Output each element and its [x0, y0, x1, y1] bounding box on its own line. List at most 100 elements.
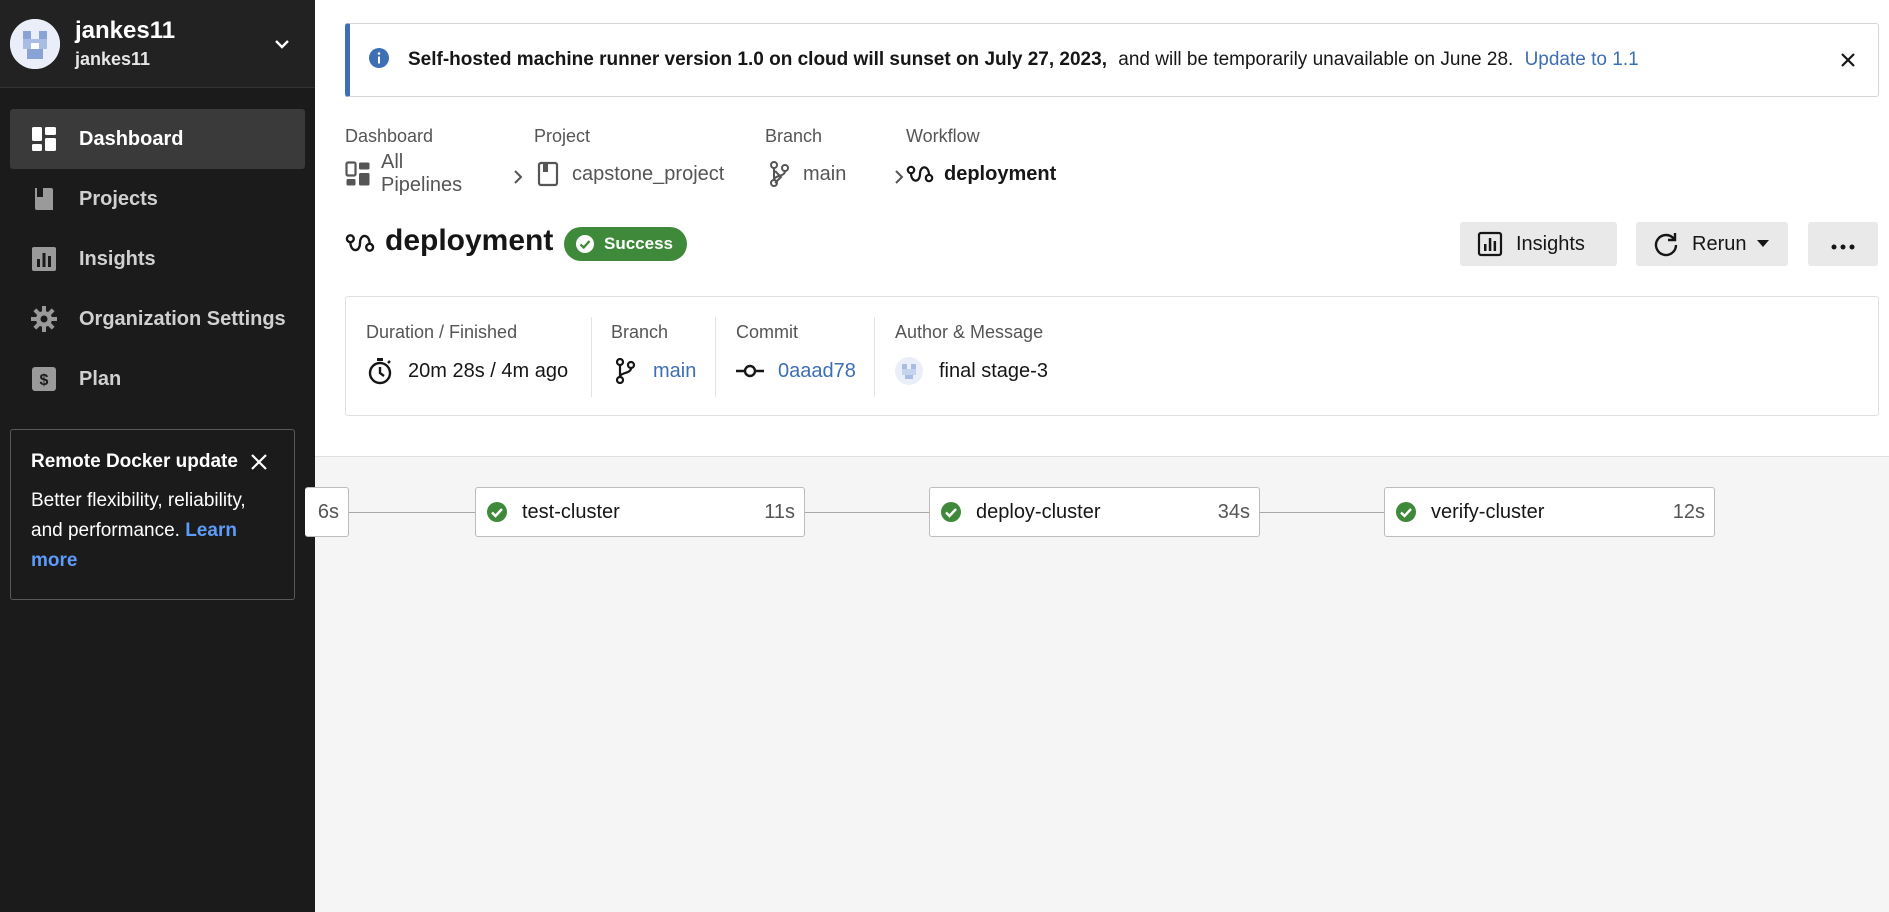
rerun-button-label: Rerun — [1692, 232, 1747, 255]
close-icon[interactable] — [1836, 48, 1860, 72]
workflow-header: deployment Success Insights Rerun — [345, 222, 1889, 266]
breadcrumb-branch: Branch main — [765, 126, 846, 189]
sidebar-item-projects[interactable]: Projects — [10, 169, 305, 229]
branch-link[interactable]: main — [653, 360, 696, 383]
sidebar-nav: Dashboard Projects Insights Organization… — [0, 88, 315, 409]
commit-label: Commit — [736, 322, 798, 342]
workflow-icon — [345, 228, 375, 258]
author-section: Author & Message final stage-3 — [895, 297, 1048, 417]
author-avatar — [895, 357, 923, 385]
insights-button[interactable]: Insights — [1460, 222, 1617, 266]
chevron-down-icon[interactable] — [267, 29, 297, 59]
banner-normal-text: and will be temporarily unavailable on J… — [1118, 49, 1514, 70]
sidebar: jankes11 jankes11 Dashboard Projects Ins… — [0, 0, 315, 912]
author-label: Author & Message — [895, 322, 1044, 342]
sidebar-item-insights[interactable]: Insights — [10, 229, 305, 289]
branch-label: Branch — [611, 322, 669, 342]
workflow-graph: 6s test-cluster 11s deploy-cluster 34s v… — [305, 456, 1889, 912]
insights-icon — [1476, 230, 1504, 258]
commit-message: final stage-3 — [939, 359, 1048, 382]
breadcrumb-label: Branch — [765, 126, 823, 146]
dollar-icon: $ — [30, 365, 58, 393]
job-connector — [349, 512, 476, 513]
check-circle-icon — [940, 501, 962, 523]
commit-section: Commit 0aaad78 — [736, 297, 856, 417]
breadcrumb-label: Dashboard — [345, 126, 434, 146]
breadcrumb-label: Project — [534, 126, 591, 146]
avatar — [10, 18, 60, 69]
divider — [591, 317, 592, 397]
job-duration: 11s — [764, 500, 795, 523]
more-options-button[interactable] — [1808, 222, 1878, 266]
sidebar-item-dashboard[interactable]: Dashboard — [10, 109, 305, 169]
dashboard-icon — [345, 160, 371, 188]
promo-body: Better flexibility, reliability, and per… — [31, 486, 274, 576]
dashboard-icon — [30, 125, 58, 153]
banner-text: Self-hosted machine runner version 1.0 o… — [408, 49, 1639, 71]
sidebar-item-label: Organization Settings — [79, 307, 286, 330]
user-name: jankes11 — [75, 16, 176, 44]
project-icon — [534, 160, 562, 188]
check-circle-icon — [1395, 501, 1417, 523]
sidebar-item-label: Projects — [79, 187, 158, 210]
job-name: verify-cluster — [1431, 500, 1545, 523]
job-node[interactable]: 6s — [305, 487, 349, 537]
breadcrumb-label: Workflow — [906, 126, 980, 146]
duration-section: Duration / Finished 20m 28s / 4m ago — [366, 297, 568, 417]
org-name: jankes11 — [75, 48, 151, 69]
sidebar-item-plan[interactable]: $ Plan — [10, 349, 305, 409]
breadcrumb-project: Project capstone_project — [534, 126, 724, 189]
insights-icon — [30, 245, 58, 273]
all-pipelines-link[interactable]: All Pipelines — [381, 151, 464, 197]
project-link[interactable]: capstone_project — [572, 163, 724, 186]
sidebar-item-label: Dashboard — [79, 127, 184, 150]
close-icon[interactable] — [247, 450, 271, 474]
update-link[interactable]: Update to 1.1 — [1525, 49, 1639, 70]
branch-icon — [611, 357, 639, 385]
remote-docker-promo: Remote Docker update Better flexibility,… — [10, 429, 295, 600]
job-name: deploy-cluster — [976, 500, 1101, 523]
sidebar-item-label: Insights — [79, 247, 156, 270]
sunset-banner: Self-hosted machine runner version 1.0 o… — [345, 23, 1879, 97]
status-badge: Success — [564, 227, 687, 261]
check-circle-icon — [574, 233, 596, 255]
job-duration: 12s — [1672, 500, 1705, 523]
stopwatch-icon — [366, 357, 394, 385]
caret-down-icon — [1756, 237, 1770, 251]
insights-button-label: Insights — [1516, 232, 1585, 255]
banner-bold-text: Self-hosted machine runner version 1.0 o… — [408, 49, 1107, 70]
gear-icon — [30, 305, 58, 333]
divider — [715, 317, 716, 397]
main-content: Self-hosted machine runner version 1.0 o… — [305, 0, 1889, 912]
page-title: deployment — [385, 224, 554, 257]
commit-link[interactable]: 0aaad78 — [778, 360, 856, 383]
duration-value: 20m 28s / 4m ago — [408, 359, 569, 382]
job-name: test-cluster — [522, 500, 620, 523]
job-duration: 6s — [317, 500, 339, 523]
commit-icon — [736, 357, 764, 385]
workflow-icon — [906, 160, 934, 188]
refresh-icon — [1652, 230, 1680, 258]
duration-label: Duration / Finished — [366, 322, 518, 342]
ellipsis-icon — [1831, 233, 1855, 256]
workflow-link[interactable]: deployment — [944, 163, 1056, 186]
job-connector — [1260, 512, 1385, 513]
info-icon — [368, 47, 390, 74]
rerun-button[interactable]: Rerun — [1636, 222, 1788, 266]
breadcrumb-dashboard: Dashboard All Pipelines — [345, 126, 464, 196]
promo-title: Remote Docker update — [31, 451, 238, 472]
branch-icon — [765, 160, 793, 188]
user-switcher[interactable]: jankes11 jankes11 — [0, 0, 315, 88]
sidebar-item-label: Plan — [79, 367, 122, 390]
job-node-verify-cluster[interactable]: verify-cluster 12s — [1384, 487, 1715, 537]
sidebar-item-organization-settings[interactable]: Organization Settings — [10, 289, 305, 349]
job-node-test-cluster[interactable]: test-cluster 11s — [475, 487, 805, 537]
breadcrumb-workflow: Workflow deployment — [906, 126, 1056, 189]
job-duration: 34s — [1217, 500, 1250, 523]
branch-link[interactable]: main — [803, 163, 846, 186]
svg-text:$: $ — [40, 372, 49, 389]
job-node-deploy-cluster[interactable]: deploy-cluster 34s — [929, 487, 1260, 537]
job-connector — [805, 512, 930, 513]
branch-section: Branch main — [611, 297, 696, 417]
check-circle-icon — [486, 501, 508, 523]
